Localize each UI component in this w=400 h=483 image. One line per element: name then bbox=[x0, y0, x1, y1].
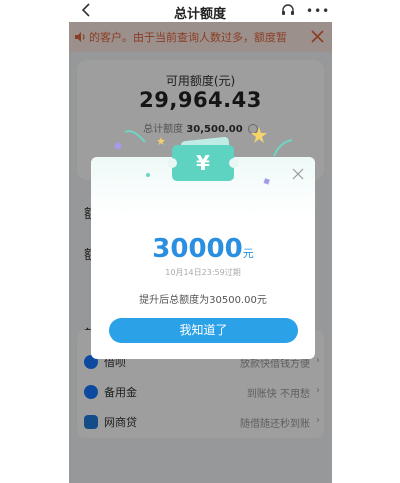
close-icon[interactable] bbox=[292, 168, 304, 180]
confetti-icon bbox=[146, 173, 150, 177]
top-nav: 总计额度 ••• bbox=[0, 0, 400, 22]
expire-text: 10月14日23:59过期 bbox=[165, 268, 241, 277]
star-icon bbox=[157, 137, 165, 145]
star-icon bbox=[251, 127, 267, 143]
ticket-icon: ¥ bbox=[168, 137, 238, 181]
ticket-symbol: ¥ bbox=[196, 151, 210, 175]
headset-icon[interactable] bbox=[280, 2, 296, 18]
confetti-icon bbox=[114, 142, 122, 150]
reward-number: 30000 bbox=[152, 234, 243, 264]
confetti-icon bbox=[124, 130, 146, 143]
confetti-icon bbox=[273, 139, 293, 157]
got-it-button[interactable]: 我知道了 bbox=[109, 318, 298, 343]
raise-text: 提升后总额度为30500.00元 bbox=[139, 295, 267, 306]
reward-modal: 30000元 10月14日23:59过期 提升后总额度为30500.00元 我知… bbox=[91, 157, 315, 359]
page-title: 总计额度 bbox=[173, 7, 226, 22]
more-menu-icon[interactable]: ••• bbox=[306, 4, 330, 18]
reward-amount: 30000元 bbox=[91, 234, 315, 264]
reward-unit: 元 bbox=[242, 247, 254, 260]
confetti-icon bbox=[263, 178, 270, 185]
